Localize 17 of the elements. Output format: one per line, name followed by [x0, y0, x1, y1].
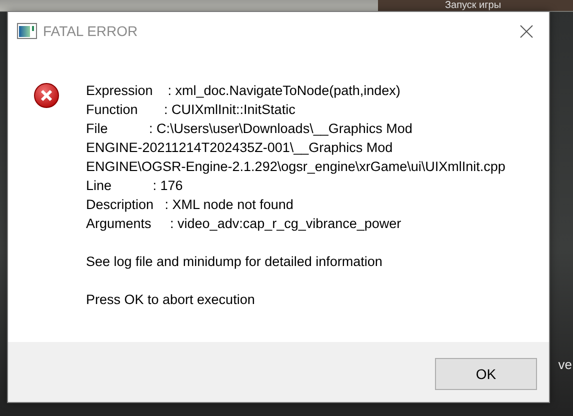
error-detail-line: Expression : xml_doc.NavigateToNode(path,index) [86, 82, 402, 100]
app-window-icon [17, 23, 37, 39]
error-detail-line: Arguments : video_adv:cap_r_cg_vibrance_power [86, 215, 402, 233]
window-title: FATAL ERROR [43, 23, 139, 39]
error-detail-line: Description : XML node not found [86, 196, 294, 214]
info-text: See log file and minidump for detailed information [86, 253, 384, 271]
error-detail-line: ENGINE\OGSR-Engine-2.1.292\ogsr_engine\xrGame\ui\UIXmlInit.cpp [86, 158, 506, 176]
error-detail-line: ENGINE-20211214T202435Z-001\__Graphics Mod [86, 139, 394, 157]
error-icon [34, 83, 59, 108]
error-detail-line: Function : CUIXmlInit::InitStatic [86, 101, 296, 119]
error-detail-line: Line : 176 [86, 177, 184, 195]
info-text: Press OK to abort execution [86, 291, 256, 309]
ok-button[interactable]: OK [435, 358, 537, 390]
error-detail-line: File : C:\Users\user\Downloads\__Graphics Mod [86, 120, 414, 138]
close-icon [520, 24, 532, 38]
background-text: Запуск игры [445, 0, 502, 11]
background-text: ve [558, 358, 572, 372]
